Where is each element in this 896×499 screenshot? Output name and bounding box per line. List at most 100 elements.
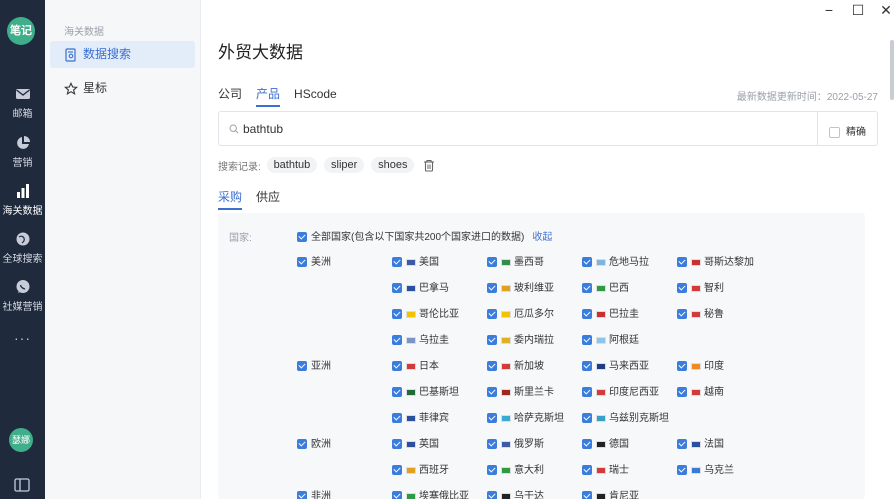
country-checkbox[interactable] <box>582 361 592 372</box>
country-checkbox[interactable] <box>582 465 592 476</box>
country-checkbox[interactable] <box>677 361 687 372</box>
country-checkbox[interactable] <box>582 257 592 268</box>
country-option[interactable]: 巴拿马 <box>392 279 449 294</box>
country-option[interactable]: 美国 <box>392 253 439 268</box>
country-option[interactable]: 越南 <box>677 383 724 398</box>
country-option[interactable]: 智利 <box>677 279 724 294</box>
country-option[interactable]: 巴西 <box>582 279 629 294</box>
country-checkbox[interactable] <box>487 361 497 372</box>
tab-purchase[interactable]: 采购 <box>218 188 243 210</box>
collapse-button[interactable]: 收起 <box>532 232 552 243</box>
all-countries-option[interactable]: 全部国家(包含以下国家共200个国家进口的数据) 收起 <box>297 228 552 243</box>
continent-checkbox[interactable] <box>297 257 307 268</box>
tab-supply[interactable]: 供应 <box>256 188 280 205</box>
country-checkbox[interactable] <box>392 387 402 398</box>
avatar[interactable]: 瑟娜 <box>9 428 33 452</box>
continent-option[interactable]: 美洲 <box>297 253 331 268</box>
country-checkbox[interactable] <box>582 491 592 499</box>
continent-checkbox[interactable] <box>297 361 307 372</box>
exact-match-toggle[interactable]: 精确 <box>829 123 866 138</box>
country-option[interactable]: 哥伦比亚 <box>392 305 459 320</box>
country-checkbox[interactable] <box>487 439 497 450</box>
country-option[interactable]: 新加坡 <box>487 357 544 372</box>
country-option[interactable]: 马来西亚 <box>582 357 649 372</box>
continent-checkbox[interactable] <box>297 491 307 499</box>
country-checkbox[interactable] <box>392 257 402 268</box>
rail-item-customs-data[interactable]: 海关数据 <box>0 183 45 217</box>
country-checkbox[interactable] <box>392 491 402 499</box>
country-option[interactable]: 乌克兰 <box>677 461 734 476</box>
continent-option[interactable]: 亚洲 <box>297 357 331 372</box>
trash-icon[interactable] <box>423 159 435 172</box>
country-option[interactable]: 斯里兰卡 <box>487 383 554 398</box>
country-option[interactable]: 德国 <box>582 435 629 450</box>
side-nav-item-data-search[interactable]: 数据搜索 <box>50 41 195 68</box>
country-option[interactable]: 危地马拉 <box>582 253 649 268</box>
country-option[interactable]: 厄瓜多尔 <box>487 305 554 320</box>
country-option[interactable]: 英国 <box>392 435 439 450</box>
tab-company[interactable]: 公司 <box>218 85 242 102</box>
rail-item-marketing[interactable]: 营销 <box>0 135 45 169</box>
country-checkbox[interactable] <box>392 439 402 450</box>
country-checkbox[interactable] <box>487 309 497 320</box>
country-checkbox[interactable] <box>487 283 497 294</box>
side-nav-item-starred[interactable]: 星标 <box>50 75 195 102</box>
country-checkbox[interactable] <box>487 387 497 398</box>
more-icon[interactable]: ··· <box>0 330 45 346</box>
country-option[interactable]: 玻利维亚 <box>487 279 554 294</box>
maximize-button[interactable]: ☐ <box>848 2 868 19</box>
country-option[interactable]: 肯尼亚 <box>582 487 639 499</box>
country-checkbox[interactable] <box>582 439 592 450</box>
continent-option[interactable]: 非洲 <box>297 487 331 499</box>
tab-product[interactable]: 产品 <box>256 85 281 107</box>
country-option[interactable]: 印度尼西亚 <box>582 383 659 398</box>
all-countries-checkbox[interactable] <box>297 232 307 243</box>
country-checkbox[interactable] <box>582 413 592 424</box>
country-option[interactable]: 意大利 <box>487 461 544 476</box>
scrollbar[interactable] <box>890 40 894 100</box>
country-checkbox[interactable] <box>392 413 402 424</box>
country-option[interactable]: 乌拉圭 <box>392 331 449 346</box>
continent-option[interactable]: 欧洲 <box>297 435 331 450</box>
country-checkbox[interactable] <box>677 439 687 450</box>
country-option[interactable]: 墨西哥 <box>487 253 544 268</box>
country-option[interactable]: 印度 <box>677 357 724 372</box>
app-logo[interactable]: 笔记 <box>7 17 35 45</box>
country-option[interactable]: 菲律宾 <box>392 409 449 424</box>
minimize-button[interactable]: − <box>819 2 839 18</box>
exact-match-checkbox[interactable] <box>829 126 840 138</box>
rail-item-mail[interactable]: 邮箱 <box>0 86 45 120</box>
country-checkbox[interactable] <box>677 465 687 476</box>
country-checkbox[interactable] <box>582 387 592 398</box>
country-option[interactable]: 巴拉圭 <box>582 305 639 320</box>
country-checkbox[interactable] <box>677 309 687 320</box>
rail-item-global-search[interactable]: 全球搜索 <box>0 231 45 265</box>
country-option[interactable]: 法国 <box>677 435 724 450</box>
country-option[interactable]: 乌干达 <box>487 487 544 499</box>
continent-checkbox[interactable] <box>297 439 307 450</box>
history-chip[interactable]: shoes <box>371 157 415 173</box>
country-checkbox[interactable] <box>487 491 497 499</box>
country-checkbox[interactable] <box>677 257 687 268</box>
country-checkbox[interactable] <box>392 309 402 320</box>
country-checkbox[interactable] <box>582 335 592 346</box>
rail-item-social-marketing[interactable]: 社媒营销 <box>0 279 45 313</box>
country-option[interactable]: 哈萨克斯坦 <box>487 409 564 424</box>
country-option[interactable]: 西班牙 <box>392 461 449 476</box>
country-option[interactable]: 埃塞俄比亚 <box>392 487 469 499</box>
country-checkbox[interactable] <box>487 465 497 476</box>
country-option[interactable]: 日本 <box>392 357 439 372</box>
country-checkbox[interactable] <box>392 335 402 346</box>
country-checkbox[interactable] <box>487 257 497 268</box>
history-chip[interactable]: sliper <box>324 157 365 173</box>
country-option[interactable]: 乌兹别克斯坦 <box>582 409 669 424</box>
tab-hscode[interactable]: HScode <box>294 87 337 101</box>
country-checkbox[interactable] <box>677 387 687 398</box>
close-button[interactable]: ✕ <box>876 2 896 19</box>
country-option[interactable]: 阿根廷 <box>582 331 639 346</box>
layout-toggle-icon[interactable] <box>14 478 30 492</box>
country-checkbox[interactable] <box>392 465 402 476</box>
search-input[interactable] <box>243 120 803 138</box>
country-checkbox[interactable] <box>487 335 497 346</box>
country-option[interactable]: 巴基斯坦 <box>392 383 459 398</box>
